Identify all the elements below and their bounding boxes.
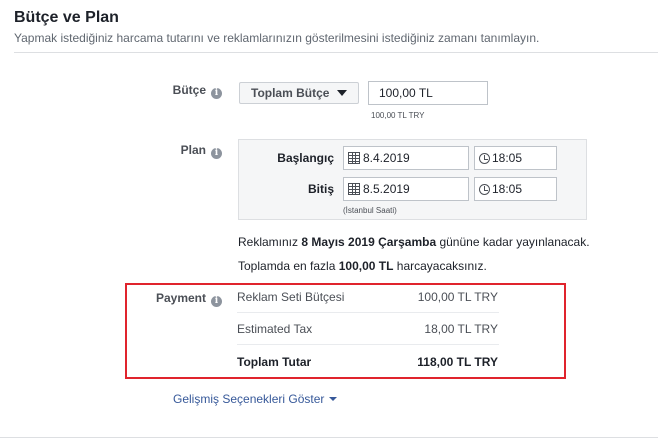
payment-row-divider [237, 312, 499, 313]
budget-amount-input[interactable]: 100,00 TL [368, 81, 488, 105]
start-time-value: 18:05 [492, 151, 523, 165]
summary-end-date: 8 Mayıs 2019 Çarşamba [301, 235, 437, 249]
plan-label: Plan [180, 143, 206, 157]
plan-label-group: Plan i [150, 143, 222, 159]
info-icon[interactable]: i [211, 296, 222, 307]
budget-type-label: Toplam Bütçe [251, 86, 330, 100]
payment-total-label: Toplam Tutar [237, 355, 312, 369]
summary-amount: 100,00 TL [338, 259, 394, 273]
payment-label-group: Payment i [140, 291, 222, 307]
payment-row-label: Estimated Tax [237, 322, 313, 336]
clock-icon [479, 152, 490, 164]
budget-label: Bütçe [172, 83, 206, 97]
show-advanced-options-link[interactable]: Gelişmiş Seçenekleri Göster [173, 392, 338, 406]
summary-text: harcayacaksınız. [393, 259, 487, 273]
advanced-link-label: Gelişmiş Seçenekleri Göster [173, 392, 325, 406]
budget-label-group: Bütçe i [150, 83, 222, 99]
section-divider [14, 52, 658, 53]
end-date-value: 8.5.2019 [363, 182, 410, 196]
calendar-icon [348, 152, 360, 164]
start-date-value: 8.4.2019 [363, 151, 410, 165]
end-time-value: 18:05 [492, 182, 523, 196]
end-label: Bitiş [307, 182, 334, 196]
payment-total-value: 118,00 TL TRY [417, 355, 498, 369]
spend-summary: Toplamda en fazla 100,00 TL harcayacaksı… [238, 259, 487, 273]
calendar-icon [348, 183, 360, 195]
end-time-input[interactable]: 18:05 [474, 177, 557, 201]
chevron-down-icon [337, 90, 348, 96]
info-icon[interactable]: i [211, 148, 222, 159]
payment-row-label: Reklam Seti Bütçesi [237, 290, 345, 304]
section-title: Bütçe ve Plan [14, 9, 119, 26]
clock-icon [479, 183, 490, 195]
payment-row-divider [237, 344, 499, 345]
budget-amount-value: 100,00 TL [379, 86, 433, 100]
summary-text: gününe kadar yayınlanacak. [436, 235, 590, 249]
budget-type-select[interactable]: Toplam Bütçe [239, 82, 359, 104]
info-icon[interactable]: i [211, 88, 222, 99]
end-date-summary: Reklamınız 8 Mayıs 2019 Çarşamba gününe … [238, 235, 590, 249]
end-date-input[interactable]: 8.5.2019 [343, 177, 469, 201]
start-time-input[interactable]: 18:05 [474, 146, 557, 170]
bottom-divider [0, 437, 658, 438]
timezone-note: (İstanbul Saati) [343, 206, 397, 215]
start-label: Başlangıç [277, 151, 334, 165]
section-subtitle: Yapmak istediğiniz harcama tutarını ve r… [14, 31, 540, 45]
summary-text: Toplamda en fazla [238, 259, 339, 273]
payment-label: Payment [155, 291, 206, 305]
payment-row-value: 18,00 TL TRY [424, 322, 498, 336]
chevron-down-icon [329, 397, 338, 401]
start-date-input[interactable]: 8.4.2019 [343, 146, 469, 170]
budget-currency-hint: 100,00 TL TRY [371, 111, 425, 120]
summary-text: Reklamınız [238, 235, 302, 249]
payment-row-value: 100,00 TL TRY [417, 290, 498, 304]
